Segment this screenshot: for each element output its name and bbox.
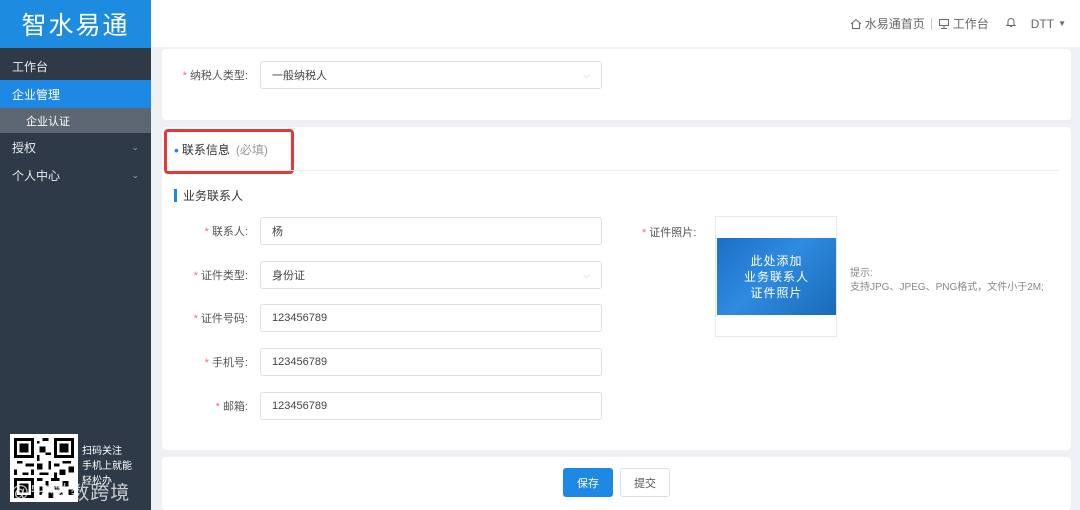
workbench-link[interactable]: 工作台 xyxy=(938,15,989,32)
monitor-icon xyxy=(938,18,949,29)
upload-line: 证件照片 xyxy=(750,285,803,300)
home-icon xyxy=(850,18,862,29)
sidebar-item-enterprise-cert[interactable]: 企业认证 xyxy=(0,108,151,133)
taxpayer-row: * 纳税人类型: 一般纳税人 ⌵ xyxy=(162,61,602,89)
sidebar-item-label: 企业认证 xyxy=(26,115,70,128)
id-number-input[interactable]: 123456789 xyxy=(260,304,602,332)
header-divider xyxy=(930,17,932,30)
chevron-down-icon: ⌄ xyxy=(131,169,139,180)
divider xyxy=(174,170,1059,171)
taxpayer-type-value: 一般纳税人 xyxy=(272,70,327,82)
id-type-label: * 证件类型: xyxy=(193,270,248,282)
sidebar-item-enterprise[interactable]: 企业管理 xyxy=(0,80,151,108)
chevron-down-icon: ⌵ xyxy=(583,269,590,280)
id-type-row: * 证件类型: 身份证 ⌵ xyxy=(162,261,602,289)
photo-label: * 证件照片: xyxy=(642,227,697,239)
logo-text: 智水易通 xyxy=(21,11,130,40)
sidebar-item-authorization[interactable]: 授权 ⌄ xyxy=(0,133,151,161)
photo-tip-title: 提示: xyxy=(850,268,873,279)
chevron-down-icon: ▼ xyxy=(1058,19,1066,28)
contact-name-label: * 联系人: xyxy=(204,226,248,238)
sidebar-item-personal-center[interactable]: 个人中心 ⌄ xyxy=(0,161,151,189)
qr-caption-line: 手机上就能 xyxy=(82,461,132,472)
contact-name-row: * 联系人: 杨 xyxy=(162,217,602,245)
user-menu[interactable]: DTT ▼ xyxy=(1031,17,1066,31)
logo[interactable]: 智水易通 xyxy=(0,0,151,48)
email-label: * 邮箱: xyxy=(215,401,248,413)
id-type-select[interactable]: 身份证 ⌵ xyxy=(260,261,602,289)
taxpayer-label: * 纳税人类型: xyxy=(182,70,248,82)
home-link[interactable]: 水易通首页 xyxy=(850,15,925,32)
sidebar-item-label: 个人中心 xyxy=(12,168,61,183)
subsection-title: 业务联系人 xyxy=(183,189,244,203)
chevron-down-icon: ⌵ xyxy=(583,69,590,80)
bell-icon[interactable] xyxy=(1005,16,1017,31)
contact-name-input[interactable]: 杨 xyxy=(260,217,602,245)
taxpayer-card: * 纳税人类型: 一般纳税人 ⌵ xyxy=(162,49,1071,120)
photo-upload-area[interactable]: 此处添加 业务联系人 证件照片 xyxy=(717,238,836,315)
sidebar-item-label: 授权 xyxy=(12,140,37,155)
sidebar-item-label: 企业管理 xyxy=(12,87,61,102)
id-number-label: * 证件号码: xyxy=(193,313,248,325)
sidebar-item-workbench[interactable]: 工作台 xyxy=(0,52,151,80)
upload-line: 业务联系人 xyxy=(743,269,809,284)
phone-row: * 手机号: 123456789 xyxy=(162,348,602,376)
sidebar-item-label: 工作台 xyxy=(12,59,49,74)
id-number-row: * 证件号码: 123456789 xyxy=(162,304,602,332)
email-input[interactable]: 123456789 xyxy=(260,392,602,420)
home-link-label: 水易通首页 xyxy=(864,17,925,31)
accent-bar xyxy=(174,189,177,202)
top-header: 水易通首页 工作台 DTT ▼ xyxy=(151,0,1080,47)
bullet-icon: • xyxy=(174,141,179,158)
photo-tip: 提示: 支持JPG、JPEG、PNG格式，文件小于2M; xyxy=(850,267,1044,295)
actions-card: 保存 提交 xyxy=(162,457,1071,510)
submit-button[interactable]: 提交 xyxy=(620,468,670,497)
chevron-down-icon: ⌄ xyxy=(131,141,139,152)
watermark: @安徽数跨境 xyxy=(10,483,131,504)
qr-caption-line: 扫码关注 xyxy=(82,446,122,457)
photo-upload[interactable]: 此处添加 业务联系人 证件照片 xyxy=(715,216,837,337)
taxpayer-type-select[interactable]: 一般纳税人 ⌵ xyxy=(260,61,602,89)
save-button[interactable]: 保存 xyxy=(563,468,613,497)
phone-input[interactable]: 123456789 xyxy=(260,348,602,376)
section-title: 联系信息 xyxy=(181,143,230,157)
section-hint: (必填) xyxy=(235,143,268,157)
section-header: • 联系信息 (必填) xyxy=(174,141,268,158)
upload-line: 此处添加 xyxy=(750,253,803,268)
contact-card: • 联系信息 (必填) 业务联系人 * 联系人: 杨 * 证件类型: 身份证 ⌵ *… xyxy=(162,127,1071,450)
phone-label: * 手机号: xyxy=(204,357,248,369)
user-name: DTT xyxy=(1030,16,1055,31)
workbench-link-label: 工作台 xyxy=(952,17,989,31)
email-row: * 邮箱: 123456789 xyxy=(162,392,602,420)
sidebar: 智水易通 工作台 企业管理 企业认证 授权 ⌄ 个人中心 ⌄ 扫码关注 手机上就… xyxy=(0,0,151,510)
subsection-header: 业务联系人 xyxy=(174,187,243,204)
photo-tip-text: 支持JPG、JPEG、PNG格式，文件小于2M; xyxy=(850,282,1044,293)
